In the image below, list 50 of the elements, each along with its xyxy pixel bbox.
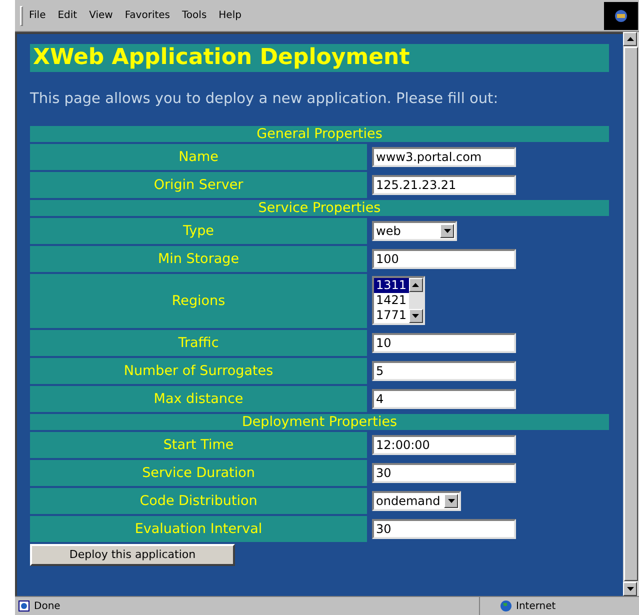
- dropdown[interactable]: web: [372, 220, 457, 241]
- text-field[interactable]: 30: [372, 462, 516, 483]
- section-header: Service Properties: [30, 200, 609, 216]
- field-label: Traffic: [30, 330, 367, 356]
- text-field[interactable]: 125.21.23.21: [372, 174, 516, 195]
- deploy-button[interactable]: Deploy this application: [30, 544, 235, 566]
- text-field[interactable]: 5: [372, 360, 516, 381]
- text-field[interactable]: 4: [372, 388, 516, 409]
- menu-item[interactable]: Help: [218, 8, 242, 23]
- scroll-down-icon[interactable]: [623, 582, 637, 596]
- list-option[interactable]: 1311: [374, 278, 409, 294]
- page-title: XWeb Application Deployment: [33, 47, 410, 69]
- scroll-up-icon[interactable]: [623, 32, 637, 46]
- field-label: Code Distribution: [30, 488, 367, 514]
- text-field[interactable]: 100: [372, 248, 516, 269]
- section-header: Deployment Properties: [30, 414, 609, 430]
- text-field[interactable]: 12:00:00: [372, 434, 516, 455]
- scrollbar[interactable]: [408, 278, 423, 324]
- scroll-down-icon[interactable]: [408, 309, 423, 324]
- status-text: Done: [34, 600, 62, 614]
- section-header: General Properties: [30, 126, 609, 142]
- menu-item[interactable]: File: [29, 8, 46, 23]
- field-label: Type: [30, 218, 367, 244]
- list-box[interactable]: 1311 1421 1771: [372, 276, 425, 326]
- menu-item[interactable]: Tools: [182, 8, 207, 23]
- field-label: Origin Server: [30, 172, 367, 198]
- scrollbar-thumb[interactable]: [624, 47, 638, 581]
- field-label: Number of Surrogates: [30, 358, 367, 384]
- field-label: Name: [30, 144, 367, 170]
- globe-icon: [500, 600, 512, 612]
- menu-item[interactable]: View: [89, 8, 113, 23]
- menu-item[interactable]: Favorites: [124, 8, 170, 23]
- text-field[interactable]: 10: [372, 332, 516, 353]
- zone-text: Internet: [516, 600, 556, 614]
- dropdown[interactable]: ondemand: [372, 490, 462, 511]
- page-icon: [18, 600, 30, 612]
- text-field[interactable]: 30: [372, 518, 516, 539]
- field-label: Service Duration: [30, 460, 367, 486]
- field-label: Start Time: [30, 432, 367, 458]
- list-option[interactable]: 1771: [374, 308, 409, 324]
- field-label: Max distance: [30, 386, 367, 412]
- intro-text: This page allows you to deploy a new application. Please fill out:: [30, 90, 500, 109]
- menu-item[interactable]: Edit: [58, 8, 78, 23]
- field-label: Regions: [30, 274, 367, 328]
- scroll-up-icon[interactable]: [408, 278, 423, 292]
- field-label: Evaluation Interval: [30, 516, 367, 542]
- field-label: Min Storage: [30, 246, 367, 272]
- text-field[interactable]: www3.portal.com: [372, 146, 516, 167]
- list-option[interactable]: 1421: [374, 293, 409, 308]
- scrollbar[interactable]: [623, 32, 639, 596]
